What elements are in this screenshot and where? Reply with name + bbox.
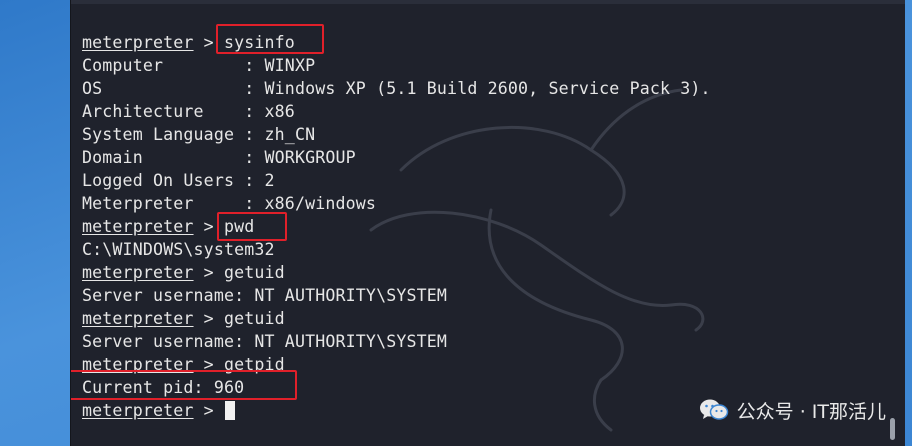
output-line: Computer : WINXP xyxy=(82,54,711,77)
terminal-output[interactable]: meterpreter > sysinfo Computer : WINXP OS … xyxy=(82,31,711,422)
prompt-line: meterpreter > getuid xyxy=(82,261,711,284)
command-text: sysinfo xyxy=(223,33,295,52)
wechat-icon xyxy=(699,399,728,420)
prompt-separator: > xyxy=(193,401,224,420)
output-line: Architecture : x86 xyxy=(82,100,711,123)
prompt-label: meterpreter xyxy=(82,309,194,328)
prompt-separator: > xyxy=(193,217,224,236)
prompt-label: meterpreter xyxy=(82,33,194,52)
output-text: Server username: NT AUTHORITY\SYSTEM xyxy=(82,332,448,351)
output-line: OS : Windows XP (5.1 Build 2600, Service… xyxy=(82,77,711,100)
prompt-separator: > xyxy=(193,309,224,328)
output-line: Server username: NT AUTHORITY\SYSTEM xyxy=(82,284,711,307)
prompt-line: meterpreter > sysinfo xyxy=(82,31,711,54)
prompt-separator: > xyxy=(193,355,224,374)
output-text: Meterpreter : x86/windows xyxy=(82,194,377,213)
output-line: Logged On Users : 2 xyxy=(82,169,711,192)
terminal-window[interactable]: meterpreter > sysinfo Computer : WINXP OS … xyxy=(70,0,905,446)
output-line: System Language : zh_CN xyxy=(82,123,711,146)
command-text: pwd xyxy=(223,217,255,236)
prompt-line: meterpreter > xyxy=(82,399,711,422)
output-text: Domain : WORKGROUP xyxy=(82,148,356,167)
output-line: C:\WINDOWS\system32 xyxy=(82,238,711,261)
output-line: Server username: NT AUTHORITY\SYSTEM xyxy=(82,330,711,353)
prompt-separator: > xyxy=(193,263,224,282)
output-line: Domain : WORKGROUP xyxy=(82,146,711,169)
command-text: getuid xyxy=(223,263,285,282)
output-text: System Language : zh_CN xyxy=(82,125,316,144)
output-text: C:\WINDOWS\system32 xyxy=(82,240,275,259)
output-text: Server username: NT AUTHORITY\SYSTEM xyxy=(82,286,448,305)
prompt-line: meterpreter > getuid xyxy=(82,307,711,330)
command-text: getuid xyxy=(223,309,285,328)
command-text: getpid xyxy=(223,355,285,374)
terminal-top-edge xyxy=(71,0,905,4)
output-text: Computer : WINXP xyxy=(82,56,316,75)
prompt-label: meterpreter xyxy=(82,401,194,420)
prompt-line: meterpreter > getpid xyxy=(82,353,711,376)
watermark-text: 公众号 · IT那活儿 xyxy=(736,400,886,423)
prompt-label: meterpreter xyxy=(82,355,194,374)
prompt-line: meterpreter > pwd xyxy=(82,215,711,238)
prompt-label: meterpreter xyxy=(82,263,194,282)
output-line: Current pid: 960 xyxy=(82,376,711,399)
prompt-separator: > xyxy=(193,33,224,52)
text-cursor[interactable] xyxy=(224,401,235,420)
output-line: Meterpreter : x86/windows xyxy=(82,192,711,215)
wechat-watermark: 公众号 · IT那活儿 xyxy=(699,397,886,423)
output-text: OS : Windows XP (5.1 Build 2600, Service… xyxy=(82,79,711,98)
prompt-label: meterpreter xyxy=(82,217,194,236)
output-text: Logged On Users : 2 xyxy=(82,171,275,190)
scrollbar-thumb[interactable] xyxy=(890,418,895,440)
output-text: Current pid: 960 xyxy=(82,378,245,397)
output-text: Architecture : x86 xyxy=(82,102,295,121)
